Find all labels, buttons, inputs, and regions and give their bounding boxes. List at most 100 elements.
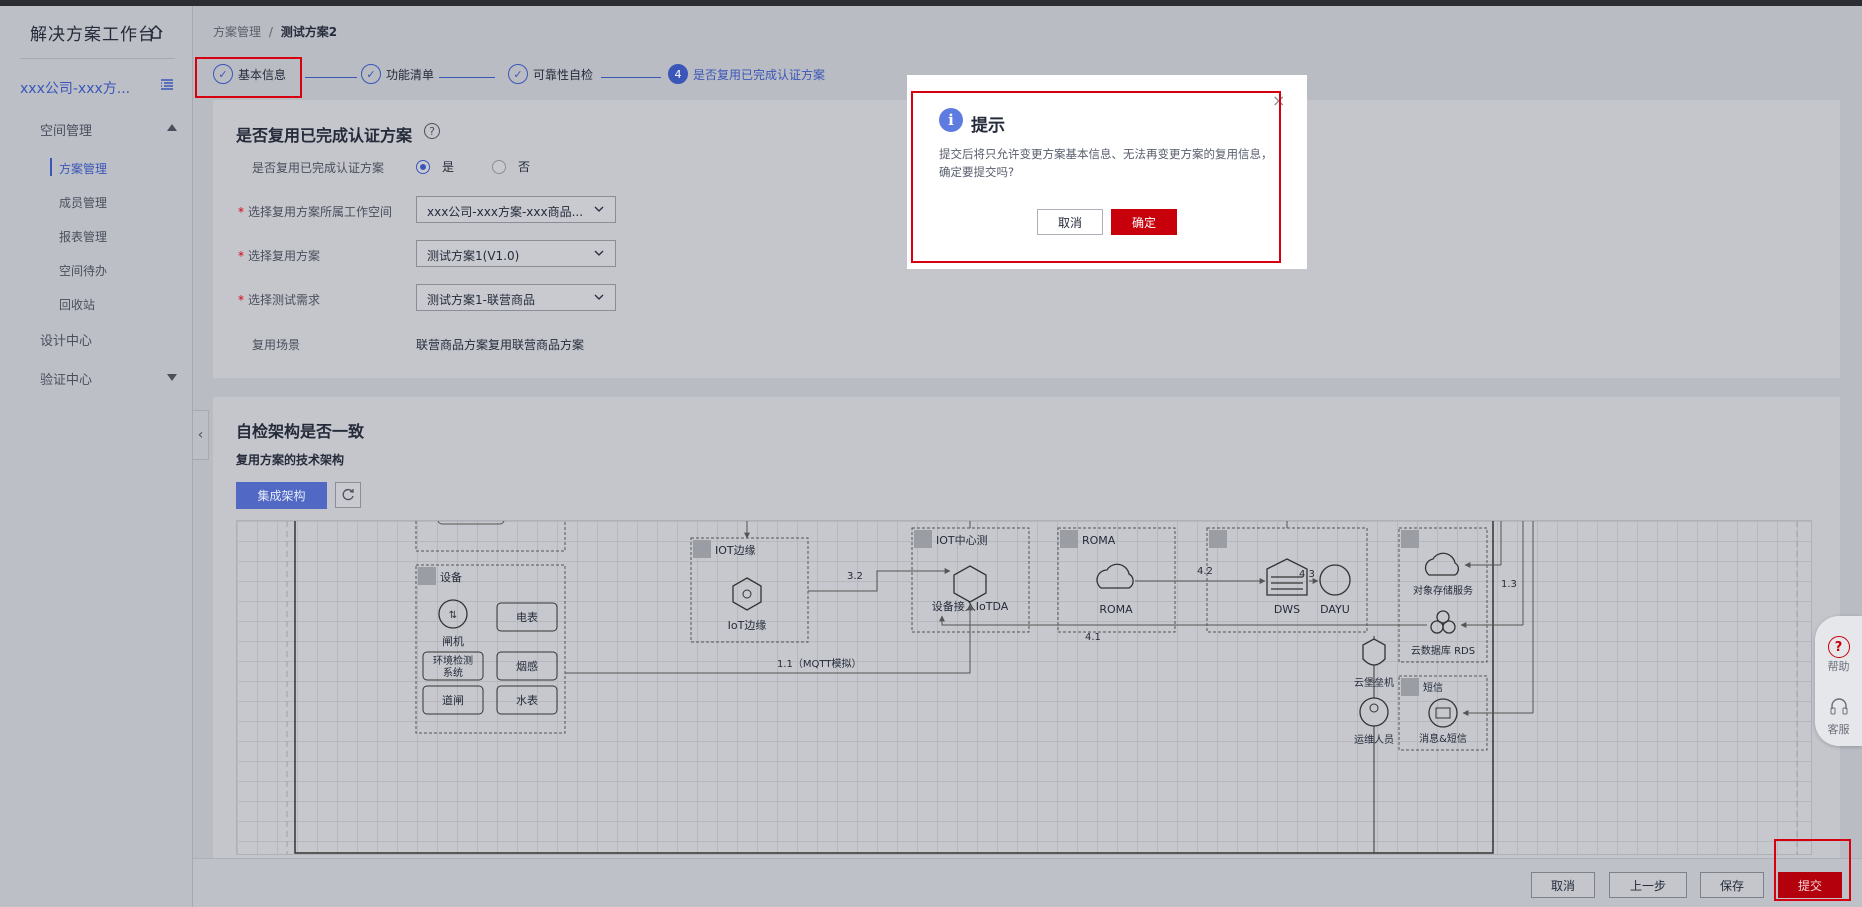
step-function-list[interactable]: ✓ 功能清单 bbox=[361, 64, 434, 84]
chevron-up-icon[interactable] bbox=[167, 124, 177, 131]
svg-text:⇅: ⇅ bbox=[449, 610, 457, 621]
roma-group-label: ROMA bbox=[1082, 534, 1116, 547]
step-label: 可靠性自检 bbox=[533, 67, 594, 82]
breadcrumb-root[interactable]: 方案管理 bbox=[213, 25, 261, 39]
iotda-icon bbox=[953, 565, 987, 603]
breadcrumb-current: 测试方案2 bbox=[280, 25, 338, 39]
step-connector bbox=[439, 77, 495, 78]
collapse-sidebar-button[interactable]: ‹ bbox=[193, 410, 209, 460]
chevron-left-icon: ‹ bbox=[197, 427, 204, 443]
cancel-button[interactable]: 取消 bbox=[1531, 872, 1595, 898]
sidebar-divider bbox=[20, 58, 175, 59]
requirement-label: * 选择测试需求 bbox=[238, 293, 321, 307]
radio-no-label: 否 bbox=[518, 160, 531, 174]
radio-yes-label: 是 bbox=[442, 160, 455, 174]
bastion-icon bbox=[1362, 638, 1386, 666]
device-group bbox=[415, 564, 566, 734]
sidebar-item-solution-management[interactable]: 方案管理 bbox=[59, 160, 107, 177]
step-reuse-certified[interactable]: 4 是否复用已完成认证方案 bbox=[668, 64, 825, 84]
check-icon: ✓ bbox=[361, 64, 381, 84]
sidebar-item-report-management[interactable]: 报表管理 bbox=[59, 228, 107, 245]
step-reliability-check[interactable]: ✓ 可靠性自检 bbox=[508, 64, 593, 84]
plan-select[interactable]: 测试方案1(V1.0) bbox=[416, 240, 616, 267]
list-icon[interactable] bbox=[160, 79, 174, 91]
breadcrumb: 方案管理 / 测试方案2 bbox=[213, 23, 337, 40]
help-button[interactable]: ? 帮助 bbox=[1815, 636, 1862, 674]
breadcrumb-separator: / bbox=[268, 25, 273, 39]
sidebar-title: 解决方案工作台 bbox=[30, 25, 156, 45]
ops-label: 运维人员 bbox=[1354, 733, 1394, 746]
rds-label: 云数据库 RDS bbox=[1411, 644, 1475, 657]
step-connector bbox=[601, 77, 661, 78]
dayu-icon bbox=[1319, 564, 1351, 596]
highlight-box bbox=[911, 91, 1281, 263]
radio-dot bbox=[492, 159, 506, 174]
workspace-selector[interactable]: xxx公司-xxx方... bbox=[20, 78, 130, 98]
architecture-diagram[interactable]: 设备 ⇅ 闸机 电表 环境检测 系统 烟感 道闸 水表 IOT边缘 IoT边缘 … bbox=[236, 520, 1812, 855]
env-label-2: 系统 bbox=[443, 666, 463, 679]
radio-yes[interactable]: 是 bbox=[416, 158, 454, 175]
workspace-select[interactable]: xxx公司-xxx方案-xxx商品... bbox=[416, 196, 616, 223]
dws-label: DWS bbox=[1274, 603, 1300, 616]
sms-icon bbox=[1428, 698, 1458, 728]
edge-4-2: 4.2 bbox=[1197, 566, 1213, 577]
sms-group-label: 短信 bbox=[1423, 681, 1443, 694]
step-connector bbox=[305, 77, 357, 78]
refresh-icon bbox=[342, 488, 354, 501]
customer-service-button[interactable]: 客服 bbox=[1815, 696, 1862, 737]
floating-help-panel: ? 帮助 客服 bbox=[1815, 616, 1862, 746]
iot-edge-group-label: IOT边缘 bbox=[715, 544, 756, 557]
highlight-box bbox=[195, 57, 302, 98]
sidebar-item-member-management[interactable]: 成员管理 bbox=[59, 194, 107, 211]
save-button[interactable]: 保存 bbox=[1700, 872, 1764, 898]
home-icon[interactable] bbox=[148, 24, 164, 40]
meter-label: 电表 bbox=[516, 610, 538, 624]
sidebar-item-design-center[interactable]: 设计中心 bbox=[40, 330, 92, 349]
chevron-down-icon[interactable] bbox=[167, 374, 177, 381]
edge-1-3: 1.3 bbox=[1501, 579, 1517, 590]
data-group bbox=[1206, 527, 1368, 633]
roma-icon bbox=[1096, 563, 1134, 589]
smoke-label: 烟感 bbox=[516, 659, 538, 673]
scene-value: 联营商品方案复用联营商品方案 bbox=[416, 338, 585, 352]
obs-icon bbox=[1424, 552, 1459, 576]
diagram-canvas: 设备 ⇅ 闸机 电表 环境检测 系统 烟感 道闸 水表 IOT边缘 IoT边缘 … bbox=[286, 521, 1798, 854]
dayu-label: DAYU bbox=[1320, 603, 1350, 616]
plan-label: * 选择复用方案 bbox=[238, 249, 321, 263]
edge-1-1: 1.1（MQTT模拟） bbox=[777, 657, 861, 670]
iot-center-group-label: IOT中心测 bbox=[936, 534, 988, 547]
chevron-down-icon bbox=[594, 294, 604, 300]
requirement-select[interactable]: 测试方案1-联营商品 bbox=[416, 284, 616, 311]
barrier-label: 道闸 bbox=[442, 693, 464, 707]
edge-4-1: 4.1 bbox=[1085, 632, 1101, 643]
architecture-title: 自检架构是否一致 bbox=[236, 422, 365, 441]
edge-4-3: 4.3 bbox=[1299, 569, 1315, 580]
question-icon: ? bbox=[1827, 636, 1850, 658]
sidebar-item-space-management[interactable]: 空间管理 bbox=[40, 120, 92, 139]
refresh-button[interactable] bbox=[335, 482, 361, 508]
roma-label: ROMA bbox=[1099, 603, 1133, 616]
highlight-box bbox=[1774, 839, 1851, 901]
sidebar-item-recycle-bin[interactable]: 回收站 bbox=[59, 296, 95, 313]
bastion-label: 云堡垒机 bbox=[1354, 676, 1394, 689]
reuse-question-label: 是否复用已完成认证方案 bbox=[252, 161, 385, 175]
help-icon[interactable]: ? bbox=[424, 123, 440, 139]
previous-step-button[interactable]: 上一步 bbox=[1609, 872, 1687, 898]
sidebar-item-verification-center[interactable]: 验证中心 bbox=[40, 369, 92, 388]
scene-label: 复用场景 bbox=[252, 338, 301, 352]
reuse-title: 是否复用已完成认证方案 bbox=[236, 126, 413, 145]
headset-icon bbox=[1830, 698, 1847, 715]
check-icon: ✓ bbox=[508, 64, 528, 84]
help-label: 帮助 bbox=[1827, 660, 1850, 673]
integrate-architecture-button[interactable]: 集成架构 bbox=[236, 482, 327, 509]
iot-edge-icon bbox=[732, 577, 762, 611]
radio-dot bbox=[416, 159, 430, 174]
workspace-label: * 选择复用方案所属工作空间 bbox=[238, 205, 393, 219]
active-indicator bbox=[50, 158, 52, 176]
device-group-label: 设备 bbox=[440, 570, 462, 584]
sidebar-item-space-todo[interactable]: 空间待办 bbox=[59, 262, 107, 279]
service-label: 客服 bbox=[1827, 723, 1850, 736]
gate-label: 闸机 bbox=[442, 634, 464, 648]
chevron-down-icon bbox=[594, 206, 604, 212]
radio-no[interactable]: 否 bbox=[492, 158, 530, 175]
